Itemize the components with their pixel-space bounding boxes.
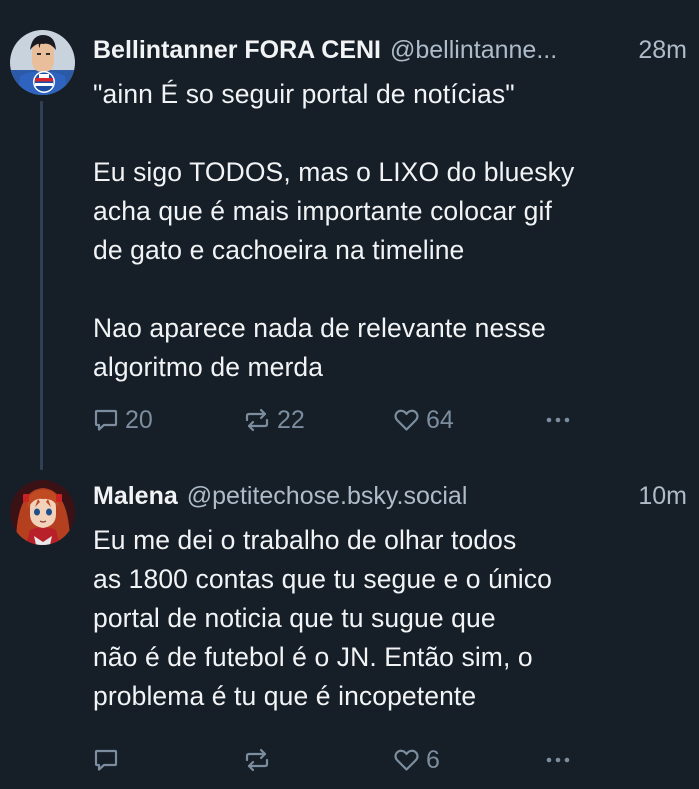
post-actions: 6 [93, 740, 593, 780]
avatar[interactable] [10, 30, 75, 95]
author-handle[interactable]: @bellintanne... [390, 36, 628, 65]
thread-connector-line [40, 101, 43, 470]
post-actions: 20 22 64 [93, 400, 593, 440]
superman-avatar-image [10, 30, 75, 95]
reply-count: 20 [125, 405, 153, 434]
like-count: 64 [426, 405, 454, 434]
repost-button[interactable] [243, 740, 277, 780]
post-timestamp[interactable]: 28m [638, 36, 687, 65]
post[interactable]: Malena @petitechose.bsky.social 10m Eu m… [0, 470, 699, 789]
author-handle[interactable]: @petitechose.bsky.social [187, 482, 629, 511]
post-header: Bellintanner FORA CENI @bellintanne... 2… [93, 36, 687, 72]
reply-button[interactable] [93, 740, 125, 780]
repost-arrows-icon [243, 407, 271, 433]
like-count: 6 [426, 745, 440, 774]
more-options-button[interactable] [543, 400, 573, 440]
like-button[interactable]: 6 [393, 740, 440, 780]
ellipsis-icon [543, 407, 573, 433]
repost-button[interactable]: 22 [243, 400, 305, 440]
post-text: "ainn É so seguir portal de notícias" Eu… [93, 79, 575, 382]
heart-outline-icon [393, 407, 420, 433]
speech-bubble-icon [93, 747, 119, 773]
like-button[interactable]: 64 [393, 400, 454, 440]
speech-bubble-icon [93, 407, 119, 433]
ellipsis-icon [543, 747, 573, 773]
post-text: Eu me dei o trabalho de olhar todos as 1… [93, 525, 552, 711]
anime-character-avatar-image [10, 480, 75, 545]
post[interactable]: Bellintanner FORA CENI @bellintanne... 2… [0, 0, 699, 470]
author-display-name[interactable]: Bellintanner FORA CENI [93, 36, 381, 65]
reply-button[interactable]: 20 [93, 400, 153, 440]
post-header: Malena @petitechose.bsky.social 10m [93, 482, 687, 518]
heart-outline-icon [393, 747, 420, 773]
author-display-name[interactable]: Malena [93, 482, 178, 511]
post-timestamp[interactable]: 10m [638, 482, 687, 511]
repost-arrows-icon [243, 747, 271, 773]
avatar[interactable] [10, 480, 75, 545]
more-options-button[interactable] [543, 740, 573, 780]
repost-count: 22 [277, 405, 305, 434]
